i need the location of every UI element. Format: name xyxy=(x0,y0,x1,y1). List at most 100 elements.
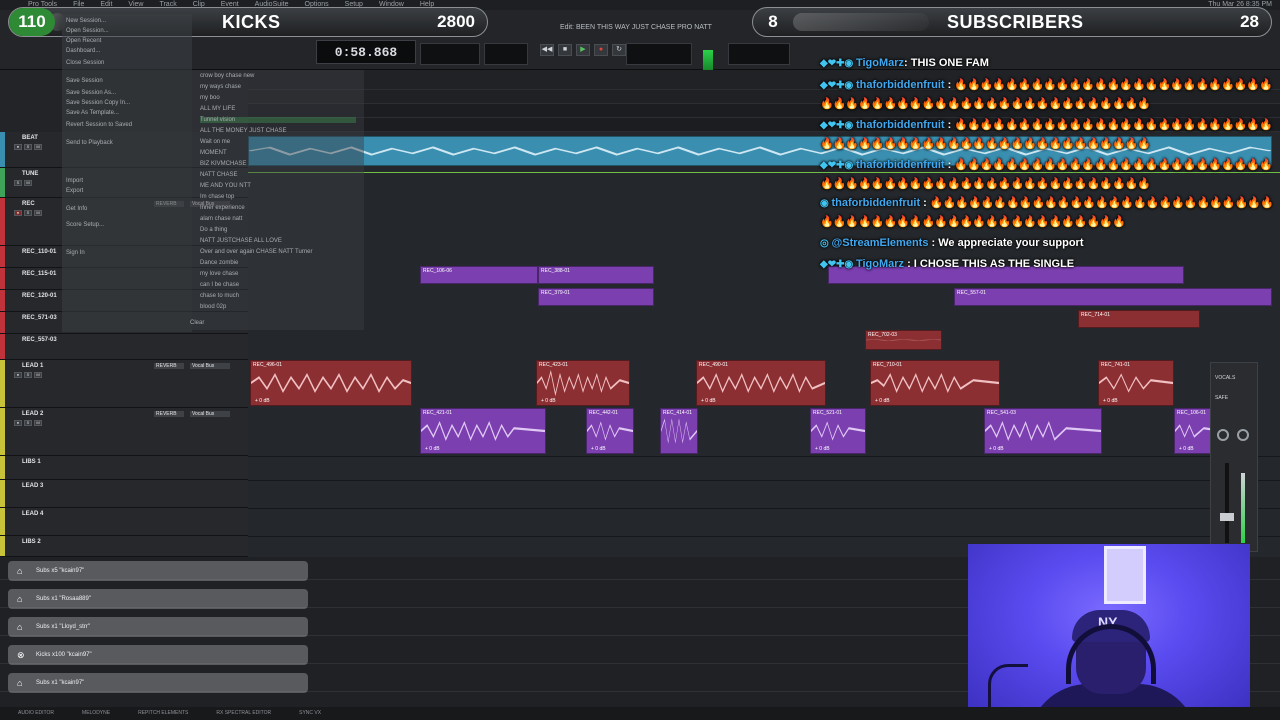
track-name[interactable]: LIBS 2 xyxy=(22,539,41,545)
audio-clip[interactable]: REC_421-01 + 0 dB xyxy=(420,408,546,454)
recent-session-item[interactable]: Do a thing xyxy=(200,227,227,233)
mute-button[interactable]: M xyxy=(34,420,42,426)
mute-button[interactable]: M xyxy=(34,144,42,150)
track-name[interactable]: LEAD 1 xyxy=(22,363,43,369)
menu-item[interactable]: New Session... xyxy=(66,18,106,24)
track-name[interactable]: LIBS 1 xyxy=(22,459,41,465)
recent-session-item[interactable]: Dance zombie xyxy=(200,260,238,266)
tab-audio-editor[interactable]: AUDIO EDITOR xyxy=(18,707,54,720)
play-button[interactable]: ▶ xyxy=(576,44,590,56)
audio-clip[interactable]: REC_490-01 + 0 dB xyxy=(696,360,826,406)
track-header[interactable]: LEAD 2 ● S M REVERB Vocal Bus xyxy=(0,408,248,456)
record-arm-button[interactable]: ● xyxy=(14,144,22,150)
menu-item[interactable]: Open Session... xyxy=(66,28,109,34)
solo-button[interactable]: S xyxy=(14,180,22,186)
track-name[interactable]: TUNE xyxy=(22,171,38,177)
solo-button[interactable]: S xyxy=(24,420,32,426)
track-header[interactable]: LEAD 3 xyxy=(0,480,248,508)
audio-clip[interactable]: REC_414-01 xyxy=(660,408,698,454)
menu-item[interactable]: Save Session As... xyxy=(66,90,116,96)
pan-knob[interactable] xyxy=(1217,429,1229,441)
tab-sync-vx[interactable]: SYNC VX xyxy=(299,707,321,720)
audio-clip[interactable]: REC_106-06 xyxy=(420,266,538,284)
insert-reverb[interactable]: REVERB xyxy=(154,411,184,417)
audio-clip[interactable]: REC_714-01 xyxy=(1078,310,1200,328)
recent-session-item[interactable]: can I be chase xyxy=(200,282,239,288)
menu-item[interactable]: Score Setup... xyxy=(66,222,104,228)
menu-item[interactable]: Revert Session to Saved xyxy=(66,122,132,128)
audio-clip[interactable]: REC_388-01 xyxy=(538,266,654,284)
insert-vocal-bus[interactable]: Vocal Bus xyxy=(190,411,230,417)
menu-item[interactable]: Close Session xyxy=(66,60,104,66)
recent-session-item[interactable]: my boo xyxy=(200,95,220,101)
rewind-button[interactable]: ◀◀ xyxy=(540,44,554,56)
record-button[interactable]: ● xyxy=(594,44,608,56)
insert-vocal-bus[interactable]: Vocal Bus xyxy=(190,363,230,369)
recent-session-item[interactable]: Wait on me xyxy=(200,139,230,145)
mute-button[interactable]: M xyxy=(34,210,42,216)
recent-session-item[interactable]: ALL MY LIFE xyxy=(200,106,235,112)
recent-session-item[interactable]: Im chase top xyxy=(200,194,234,200)
main-counter[interactable]: 0:58.868 xyxy=(316,40,416,64)
track-name[interactable]: REC xyxy=(22,201,35,207)
track-name[interactable]: REC_557-03 xyxy=(22,337,57,343)
track-name[interactable]: REC_120-01 xyxy=(22,293,57,299)
recent-session-item[interactable]: NATT CHASE xyxy=(200,172,237,178)
audio-clip[interactable]: REC_741-01 + 0 dB xyxy=(1098,360,1174,406)
recent-session-item[interactable]: ALL THE MONEY JUST CHASE xyxy=(200,128,286,134)
record-arm-button[interactable]: ● xyxy=(14,420,22,426)
track-header[interactable]: LIBS 2 xyxy=(0,536,248,557)
loop-button[interactable]: ↻ xyxy=(612,44,626,56)
audio-clip[interactable]: REC_702-03 xyxy=(865,330,942,350)
track-name[interactable]: LEAD 4 xyxy=(22,511,43,517)
stop-button[interactable]: ■ xyxy=(558,44,572,56)
recent-session-item[interactable]: Tunnel vision xyxy=(200,117,356,123)
track-header[interactable]: LEAD 4 xyxy=(0,508,248,536)
audio-clip[interactable]: REC_442-01 + 0 dB xyxy=(586,408,634,454)
solo-button[interactable]: S xyxy=(24,144,32,150)
audio-clip[interactable]: REC_557-01 xyxy=(954,288,1272,306)
audio-clip[interactable]: REC_710-01 + 0 dB xyxy=(870,360,1000,406)
track-name[interactable]: REC_115-01 xyxy=(22,271,56,277)
mute-button[interactable]: M xyxy=(24,180,32,186)
recent-session-item[interactable]: my love chase xyxy=(200,271,238,277)
recent-session-item[interactable]: BIZ KIVMCHASE xyxy=(200,161,246,167)
recent-session-item[interactable]: my ways chase xyxy=(200,84,241,90)
menu-item[interactable]: Send to Playback xyxy=(66,140,113,146)
record-arm-button[interactable]: ● xyxy=(14,372,22,378)
track-name[interactable]: BEAT xyxy=(22,135,38,141)
menu-item[interactable]: Save As Template... xyxy=(66,110,119,116)
track-header[interactable]: LEAD 1 ● S M REVERB Vocal Bus xyxy=(0,360,248,408)
recent-session-item[interactable]: MOMENT xyxy=(200,150,227,156)
audio-clip[interactable]: REC_521-01 + 0 dB xyxy=(810,408,866,454)
track-name[interactable]: REC_571-03 xyxy=(22,315,57,321)
volume-fader[interactable] xyxy=(1220,513,1234,521)
track-name[interactable]: LEAD 2 xyxy=(22,411,43,417)
recent-session-item[interactable]: Inner experience xyxy=(200,205,245,211)
audio-clip[interactable]: REC_541-03 + 0 dB xyxy=(984,408,1102,454)
menu-item[interactable]: Save Session xyxy=(66,78,103,84)
recent-session-item[interactable]: Over and over again CHASE NATT Turner xyxy=(200,249,313,255)
track-name[interactable]: LEAD 3 xyxy=(22,483,43,489)
menu-item[interactable]: Export xyxy=(66,188,83,194)
solo-button[interactable]: S xyxy=(24,372,32,378)
menu-item[interactable]: Open Recent xyxy=(66,38,101,44)
recent-session-item[interactable]: crow boy chase new xyxy=(200,73,254,79)
tab-repitch[interactable]: REPITCH ELEMENTS xyxy=(138,707,188,720)
menu-item[interactable]: Sign In xyxy=(66,250,85,256)
tab-melodyne[interactable]: MELODYNE xyxy=(82,707,110,720)
audio-clip[interactable]: REC_379-01 xyxy=(538,288,654,306)
menu-item[interactable]: Dashboard... xyxy=(66,48,100,54)
recent-clear-item[interactable]: Clear xyxy=(190,320,204,326)
menu-item[interactable]: Get Info xyxy=(66,206,87,212)
tab-rx-spectral[interactable]: RX SPECTRAL EDITOR xyxy=(216,707,271,720)
recent-session-item[interactable]: ME AND YOU NTT xyxy=(200,183,251,189)
recent-session-item[interactable]: NATT JUSTCHASE ALL LOVE xyxy=(200,238,282,244)
track-header[interactable]: REC_557-03 xyxy=(0,334,248,360)
menu-item[interactable]: Save Session Copy In... xyxy=(66,100,130,106)
pan-knob[interactable] xyxy=(1237,429,1249,441)
insert-reverb[interactable]: REVERB xyxy=(154,363,184,369)
track-header[interactable]: LIBS 1 xyxy=(0,456,248,480)
audio-clip[interactable]: REC_423-01 + 0 dB xyxy=(536,360,630,406)
recent-session-item[interactable]: alam chase natt xyxy=(200,216,242,222)
